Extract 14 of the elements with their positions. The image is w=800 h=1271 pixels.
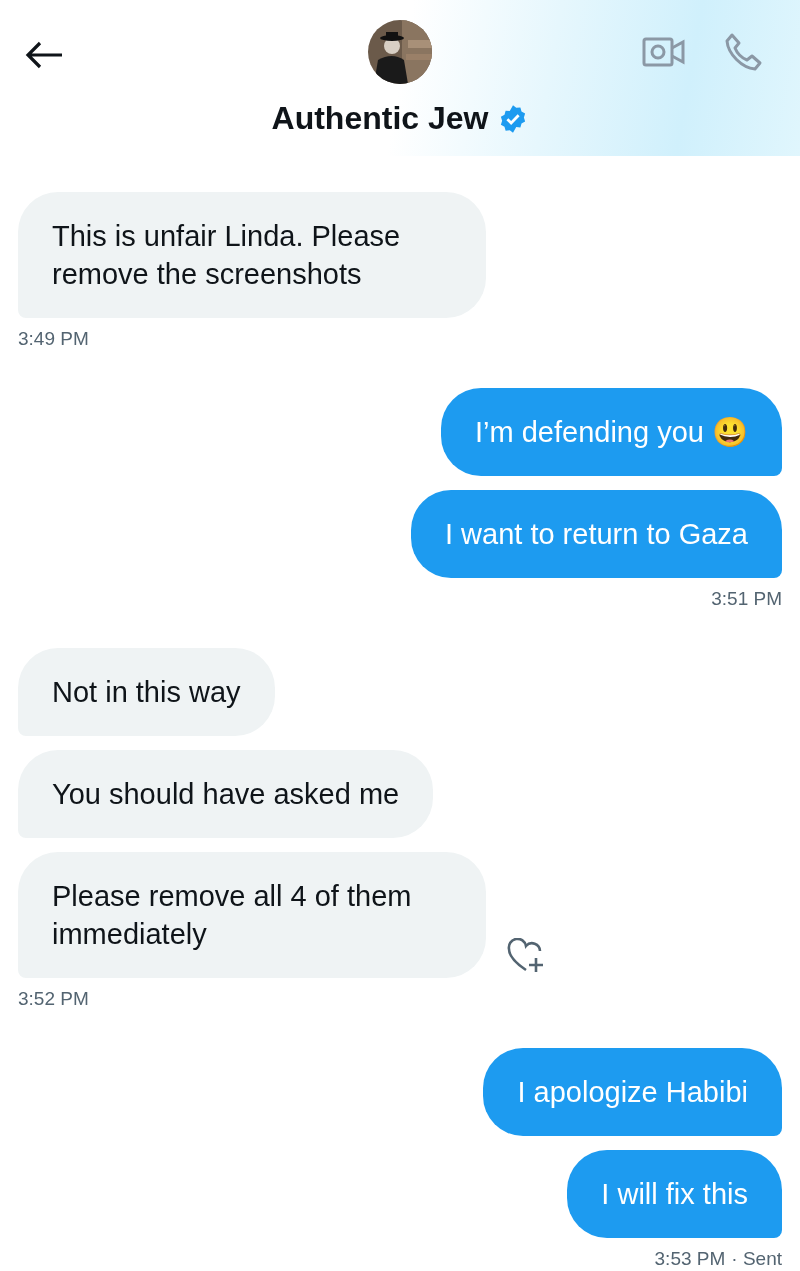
heart-plus-icon[interactable]: [506, 938, 546, 974]
contact-name: Authentic Jew: [271, 100, 489, 137]
received-message[interactable]: You should have asked me: [18, 750, 434, 838]
message-time: 3:51 PM: [711, 588, 782, 610]
message-time: 3:52 PM: [18, 988, 89, 1010]
received-message[interactable]: This is unfair Linda. Please remove the screenshots: [18, 192, 486, 318]
received-message[interactable]: Not in this way: [18, 648, 275, 736]
video-call-icon[interactable]: [642, 35, 686, 69]
message-status: · Sent: [731, 1248, 782, 1270]
back-arrow-icon[interactable]: [24, 40, 64, 70]
message-time: 3:53 PM: [654, 1248, 726, 1270]
received-message[interactable]: Please remove all 4 of them immediately: [18, 852, 486, 978]
message-time: 3:49 PM: [18, 328, 89, 350]
phone-icon[interactable]: [724, 32, 764, 72]
